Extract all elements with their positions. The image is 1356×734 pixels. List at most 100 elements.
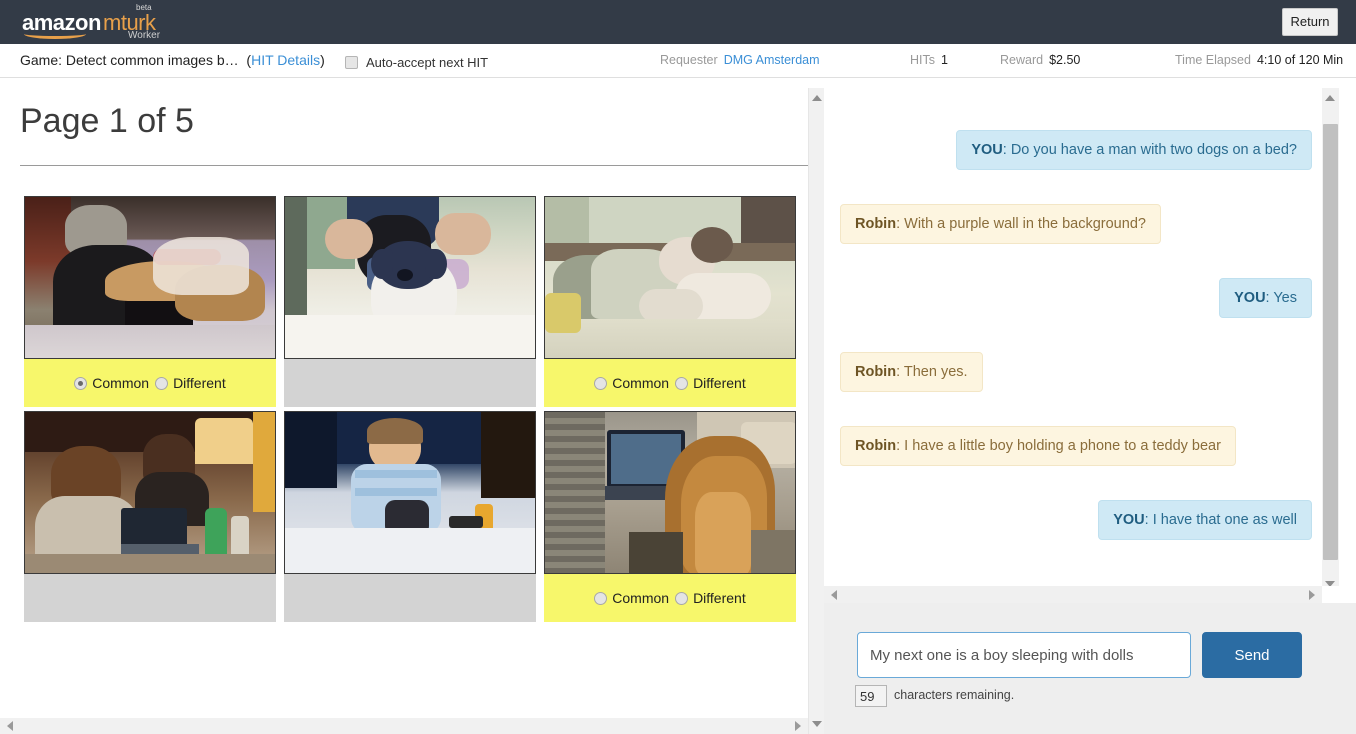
scroll-up-arrow-icon[interactable] [809, 90, 825, 106]
radio-icon[interactable] [675, 376, 689, 390]
radio-icon[interactable] [74, 376, 88, 390]
chat-message: Robin: Then yes. [840, 352, 983, 392]
cell-6-radio-different[interactable]: Different [675, 590, 746, 606]
chat-message: YOU: Do you have a man with two dogs on … [956, 130, 1312, 170]
cell-1-radio-different[interactable]: Different [155, 375, 226, 391]
chat-message-speaker: YOU [1234, 290, 1266, 306]
hits-value: 1 [941, 53, 948, 67]
image-toddler-on-bed-with-toy[interactable] [284, 411, 536, 574]
grid-cell-6: Common Different [544, 411, 796, 622]
meta-requester: Requester DMG Amsterdam [660, 53, 820, 67]
time-elapsed-label: Time Elapsed [1175, 53, 1251, 67]
radio-icon[interactable] [675, 591, 689, 605]
brand-header-bar: amazon mturk beta Worker Return [0, 0, 1356, 44]
cell-3-radio-different[interactable]: Different [675, 375, 746, 391]
send-button[interactable]: Send [1202, 632, 1302, 678]
requester-label: Requester [660, 53, 718, 67]
cell-1-options: Common Different [24, 359, 276, 407]
radio-icon[interactable] [594, 591, 608, 605]
auto-accept-next-hit-toggle[interactable]: Auto-accept next HIT [345, 52, 488, 72]
cell-3-radio-common[interactable]: Common [594, 375, 669, 391]
chat-message-speaker: Robin [855, 216, 897, 232]
logo-worker-text: Worker [128, 30, 161, 41]
hits-label: HITs [910, 53, 935, 67]
radio-icon[interactable] [155, 376, 169, 390]
paren-close: ) [320, 52, 325, 68]
amazon-swoosh-icon [24, 29, 86, 39]
cell-3-common-label: Common [612, 375, 670, 391]
chat-message: YOU: Yes [1219, 278, 1312, 318]
requester-value[interactable]: DMG Amsterdam [724, 53, 820, 67]
grid-cell-5 [284, 411, 536, 622]
cell-6-radio-common[interactable]: Common [594, 590, 669, 606]
chat-message-text: : I have that one as well [1144, 512, 1297, 528]
chat-vertical-scrollbar[interactable] [1322, 88, 1339, 594]
chat-message-text: : With a purple wall in the background? [896, 216, 1146, 232]
chat-scroll-up-arrow-icon[interactable] [1322, 90, 1338, 106]
cell-5-options [284, 574, 536, 622]
chat-message-text: : I have a little boy holding a phone to… [896, 438, 1221, 454]
cell-1-radio-common[interactable]: Common [74, 375, 149, 391]
hit-info-bar: Game: Detect common images b… (HIT Detai… [0, 44, 1356, 78]
cell-3-different-label: Different [693, 375, 746, 391]
image-two-children-sleeping-on-bed[interactable] [544, 196, 796, 359]
chat-message-text: : Yes [1265, 290, 1297, 306]
mturk-logo[interactable]: amazon mturk beta Worker [22, 2, 252, 44]
scroll-left-arrow-icon[interactable] [2, 718, 18, 734]
grid-cell-1: Common Different [24, 196, 276, 407]
page-title: Page 1 of 5 [20, 102, 194, 140]
cell-6-common-label: Common [612, 590, 670, 606]
logo-beta-text: beta [136, 3, 152, 12]
hit-details-link[interactable]: HIT Details [251, 52, 320, 68]
meta-reward: Reward $2.50 [1000, 53, 1080, 67]
hit-title: Game: Detect common images b… (HIT Detai… [20, 52, 325, 68]
chat-composer: Send 59 characters remaining. [824, 603, 1356, 734]
chat-message-speaker: Robin [855, 438, 897, 454]
cell-1-common-label: Common [92, 375, 150, 391]
chat-message-speaker: Robin [855, 364, 897, 380]
hit-title-text: Game: Detect common images b… [20, 52, 239, 68]
chat-horizontal-scrollbar[interactable] [824, 586, 1322, 603]
return-button[interactable]: Return [1282, 8, 1338, 36]
cell-6-different-label: Different [693, 590, 746, 606]
chat-message: YOU: I have that one as well [1098, 500, 1312, 540]
cell-2-options [284, 359, 536, 407]
cell-6-options: Common Different [544, 574, 796, 622]
image-woman-with-two-dogs-on-bed[interactable] [24, 196, 276, 359]
image-woman-from-behind-using-laptop[interactable] [544, 411, 796, 574]
scroll-down-arrow-icon[interactable] [809, 716, 825, 732]
scroll-right-arrow-icon[interactable] [790, 718, 806, 734]
reward-label: Reward [1000, 53, 1044, 67]
time-elapsed-value: 4:10 of 120 Min [1256, 53, 1344, 67]
meta-time-elapsed: Time Elapsed 4:10 of 120 Min [1175, 53, 1343, 67]
task-panel-vertical-scrollbar[interactable] [808, 88, 824, 734]
auto-accept-label: Auto-accept next HIT [366, 54, 489, 70]
image-person-with-stuffed-dog-toy[interactable] [284, 196, 536, 359]
cell-3-options: Common Different [544, 359, 796, 407]
scrollbar-corner [1322, 586, 1339, 603]
chat-message-speaker: YOU [971, 142, 1003, 158]
reward-value: $2.50 [1049, 53, 1081, 67]
chat-message-input[interactable] [857, 632, 1191, 678]
meta-hits: HITs 1 [910, 53, 948, 67]
grid-cell-4 [24, 411, 276, 622]
chat-scrollbar-thumb[interactable] [1323, 124, 1338, 560]
chat-message-text: : Do you have a man with two dogs on a b… [1002, 142, 1297, 158]
grid-cell-2 [284, 196, 536, 407]
chat-scroll-left-arrow-icon[interactable] [826, 586, 842, 603]
cell-1-different-label: Different [173, 375, 226, 391]
page-horizontal-scrollbar[interactable] [0, 718, 808, 734]
cell-4-options [24, 574, 276, 622]
characters-remaining-label: characters remaining. [894, 688, 1015, 702]
chat-message-speaker: YOU [1113, 512, 1145, 528]
image-two-women-at-laptops-desk[interactable] [24, 411, 276, 574]
auto-accept-checkbox[interactable] [345, 55, 358, 69]
chat-scroll-right-arrow-icon[interactable] [1304, 586, 1320, 603]
task-panel: Page 1 of 5 Common Different Common Diff… [0, 88, 808, 734]
title-divider [20, 165, 808, 166]
radio-icon[interactable] [594, 376, 608, 390]
chat-message: Robin: I have a little boy holding a pho… [840, 426, 1236, 466]
chat-message-text: : Then yes. [896, 364, 968, 380]
image-grid: Common Different Common Different Common… [24, 196, 800, 622]
grid-cell-3: Common Different [544, 196, 796, 407]
